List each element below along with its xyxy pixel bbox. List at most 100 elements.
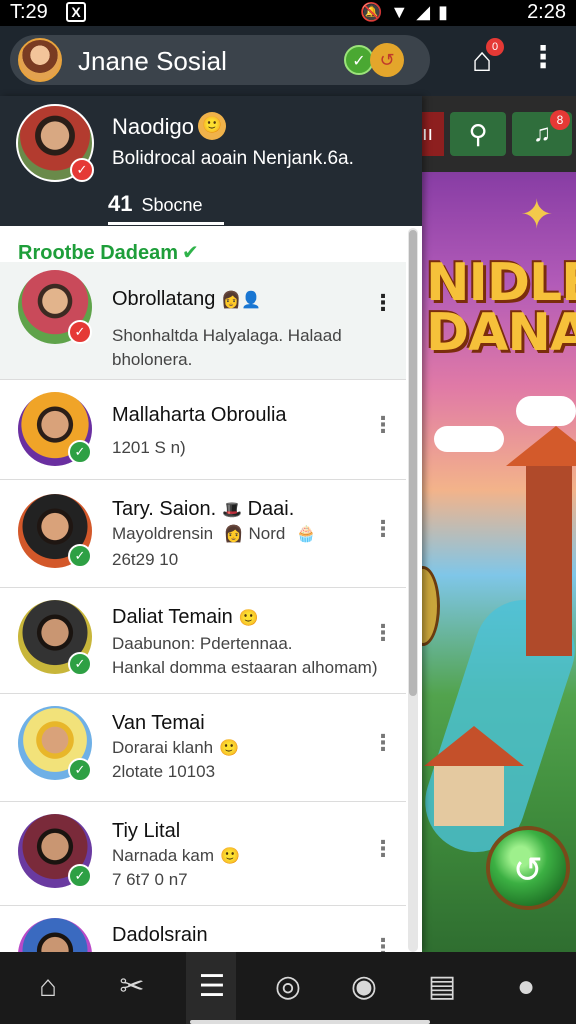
navigation-drawer: ✓ Naodigo 🙂 Bolidrocal aoain Nenjank.6a.… — [0, 96, 422, 952]
status-time-left: T:29 — [10, 1, 48, 23]
face-emoji-icon: 👩 — [223, 526, 244, 543]
contact-item[interactable]: ✓ Tary. Saion. 🎩 Daai. Mayoldrensin 👩 Nor… — [0, 480, 406, 588]
cloud-decoration — [516, 396, 576, 426]
contact-message-2: 7 6t7 0 n7 — [112, 870, 188, 889]
tab-followers[interactable]: 41 Sbocne — [108, 184, 224, 224]
contact-message: 1201 S n) — [112, 438, 186, 457]
battery-icon: ▮ — [438, 2, 456, 22]
nav-globe[interactable]: ◉ — [334, 962, 394, 1012]
section-title: Rrootbe Dadeam — [18, 242, 179, 264]
system-icons: 🔕▼◢▮ — [360, 2, 456, 23]
status-bar: T:29 X 🔕▼◢▮ 2:28 — [0, 0, 576, 26]
nav-news[interactable]: ▤ — [412, 962, 472, 1012]
profile-icon: ● — [516, 970, 536, 1003]
more-vert-icon: ⋮ — [528, 41, 558, 74]
nav-chat[interactable]: ☰ — [182, 962, 242, 1012]
more-options-button[interactable]: ⋮ — [528, 40, 558, 80]
profile-header: ✓ Naodigo 🙂 Bolidrocal aoain Nenjank.6a.… — [0, 96, 422, 226]
contact-message: Daabunon: Pdertennaa. — [112, 634, 293, 653]
contact-menu-button[interactable]: ⋮ — [372, 410, 394, 440]
search-icon: ⚲ — [468, 119, 488, 149]
game-tab[interactable]: ıı — [420, 112, 444, 156]
green-ball-button[interactable]: ↺ — [486, 826, 570, 910]
game-logo-line1: NIDLE — [426, 253, 576, 313]
contact-name: Tary. Saion. 🎩 Daai. — [112, 498, 295, 520]
contact-item[interactable]: ✓ Daliat Temain 🙂 Daabunon: Pdertennaa. H… — [0, 588, 406, 694]
contact-item[interactable]: ✓ Obrollatang 👩👤 Shonhaltda Halyalaga. Ha… — [0, 262, 406, 380]
title-pill[interactable]: Jnane Sosial ✓ ↺ — [10, 35, 430, 85]
nav-ring[interactable]: ◎ — [258, 962, 318, 1012]
emoji-icon: 🙂 — [220, 848, 240, 865]
bell-icon: ♫ — [533, 120, 551, 147]
gesture-bar[interactable] — [190, 1020, 430, 1024]
home-icon: ⌂ — [38, 970, 58, 1003]
contact-message-2: 2lotate 10103 — [112, 762, 216, 781]
notification-x-icon: X — [66, 2, 86, 22]
scrollbar-thumb[interactable] — [409, 230, 417, 696]
contact-menu-button[interactable]: ⋮ — [372, 728, 394, 758]
emoji-icon: 🙂 — [238, 610, 259, 627]
tools-icon: ✂ — [119, 970, 145, 1003]
contact-message-2: Hankal domma estaaran alhomam) — [112, 658, 378, 677]
verified-icon: ✓ — [70, 158, 94, 182]
game-logo: NIDLE DANAIM — [426, 253, 576, 359]
ring-icon: ◎ — [274, 970, 302, 1003]
chat-icon: ☰ — [198, 970, 226, 1003]
nav-profile[interactable]: ● — [496, 962, 556, 1012]
contact-avatar — [18, 918, 92, 952]
contact-name: Obrollatang 👩👤 — [112, 288, 262, 310]
contact-message: Mayoldrensin 👩 Nord 🧁 — [112, 524, 317, 543]
contact-message: Dorarai klanh 🙂 — [112, 738, 240, 757]
contact-message-2: bholonera. — [112, 350, 193, 369]
tab-count: 41 — [108, 191, 133, 216]
verified-icon: ✓ — [68, 440, 92, 464]
contact-item[interactable]: Dadolsrain ⋮ — [0, 906, 406, 952]
contact-menu-button[interactable]: ⋮ — [372, 618, 394, 648]
contact-message: Shonhaltda Halyalaga. Halaad — [112, 326, 342, 345]
contact-menu-button[interactable]: ⋮ — [372, 932, 394, 952]
verified-icon: ✓ — [68, 758, 92, 782]
contact-name: Mallaharta Obroulia — [112, 404, 287, 426]
cloud-decoration — [434, 426, 504, 452]
contact-menu-button[interactable]: ⋮ — [372, 288, 394, 318]
nav-tools[interactable]: ✂ — [102, 962, 162, 1012]
star-icon: ✦ — [520, 193, 554, 237]
contact-item[interactable]: ✓ Mallaharta Obroulia 1201 S n) ⋮ — [0, 380, 406, 480]
nav-home[interactable]: ⌂ — [18, 962, 78, 1012]
profile-avatar[interactable]: ✓ — [16, 104, 94, 182]
contact-name: Daliat Temain 🙂 — [112, 606, 259, 628]
hat-emoji-icon: 🎩 — [222, 502, 243, 519]
refresh-badge-icon[interactable]: ↺ — [370, 43, 404, 77]
contact-item[interactable]: ✓ Van Temai Dorarai klanh 🙂 2lotate 10103… — [0, 694, 406, 802]
contact-name: Dadolsrain — [112, 924, 208, 946]
game-search-button[interactable]: ⚲ — [450, 112, 506, 156]
status-icon: ✓ — [68, 320, 92, 344]
pill-badges: ✓ ↺ — [344, 43, 414, 77]
balloon-decoration — [420, 566, 440, 646]
contact-menu-button[interactable]: ⋮ — [372, 514, 394, 544]
app-bar: Jnane Sosial ✓ ↺ ⌂ 0 ⋮ — [0, 26, 576, 96]
profile-name: Naodigo — [112, 114, 194, 139]
emoji-icon: 🙂 — [219, 740, 240, 757]
tab-label: Sbocne — [141, 195, 203, 215]
cottage-house — [434, 766, 504, 826]
globe-icon: ◉ — [350, 970, 378, 1003]
verified-icon: ✓ — [68, 544, 92, 568]
contact-menu-button[interactable]: ⋮ — [372, 834, 394, 864]
bottom-navigation: ⌂ ✂ ☰ ◎ ◉ ▤ ● — [0, 952, 576, 1024]
pagoda-house — [526, 466, 572, 656]
status-time-right: 2:28 — [527, 1, 566, 23]
profile-status: Bolidrocal aoain Nenjank.6a. — [112, 148, 354, 169]
check-leaf-icon: ✔ — [182, 242, 199, 264]
contact-item[interactable]: ✓ Tiy Lital Narnada kam 🙂 7 6t7 0 n7 ⋮ — [0, 802, 406, 906]
contact-message-2: 26t29 10 — [112, 550, 179, 569]
game-background: ıı ⚲ ♫ 8 ✦ NIDLE DANAIM ↺ — [420, 96, 576, 952]
verified-icon: ✓ — [68, 652, 92, 676]
smiley-icon: 🙂 — [198, 112, 226, 140]
news-icon: ▤ — [427, 970, 457, 1003]
user-avatar[interactable] — [18, 38, 62, 82]
wifi-icon: ▼ — [390, 2, 417, 22]
signal-icon: ◢ — [416, 2, 439, 22]
contact-name: Van Temai — [112, 712, 205, 734]
home-notification-badge: 0 — [486, 38, 504, 56]
